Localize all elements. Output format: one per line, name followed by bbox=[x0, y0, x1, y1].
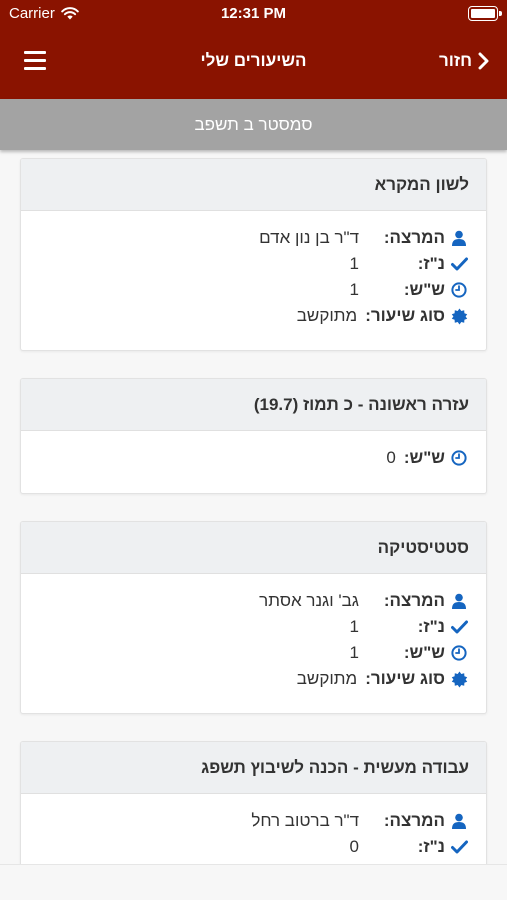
type-value: מתוקשב bbox=[296, 669, 358, 688]
credits-label: נ"ז: bbox=[417, 254, 445, 273]
type-label: סוג שיעור: bbox=[365, 306, 445, 325]
lecturer-row: המרצה: ד"ר ברטוב רחל bbox=[38, 808, 469, 834]
hours-value: 1 bbox=[349, 643, 359, 662]
course-card[interactable]: לשון המקרא המרצה: ד"ר בן נון אדם נ"ז: 1 … bbox=[20, 158, 487, 351]
user-icon bbox=[449, 593, 469, 609]
course-card[interactable]: סטטיסטיקה המרצה: גב' וגנר אסתר נ"ז: 1 ש"… bbox=[20, 521, 487, 714]
hours-row: ש"ש: 1 bbox=[38, 640, 469, 666]
battery-icon bbox=[468, 6, 502, 21]
bottom-bar bbox=[0, 864, 507, 900]
credits-value: 1 bbox=[349, 617, 359, 636]
hours-row: ש"ש: 0 bbox=[38, 445, 469, 471]
app-screen: Carrier 12:31 PM השיעורים שלי חזור סמסטר… bbox=[0, 0, 507, 900]
lecturer-value: גב' וגנר אסתר bbox=[259, 591, 359, 610]
credits-label: נ"ז: bbox=[417, 617, 445, 636]
credits-row: נ"ז: 1 bbox=[38, 251, 469, 277]
course-title: סטטיסטיקה bbox=[21, 522, 486, 574]
course-title: לשון המקרא bbox=[21, 159, 486, 211]
chevron-right-icon bbox=[478, 52, 489, 70]
page-title: השיעורים שלי bbox=[200, 51, 307, 70]
semester-bar[interactable]: סמסטר ב תשפב bbox=[0, 99, 507, 150]
hours-label: ש"ש: bbox=[403, 448, 445, 467]
lecturer-value: ד"ר בן נון אדם bbox=[259, 228, 359, 247]
lecturer-label: המרצה: bbox=[383, 591, 445, 610]
type-label: סוג שיעור: bbox=[365, 669, 445, 688]
check-icon bbox=[449, 620, 469, 634]
credits-row: נ"ז: 1 bbox=[38, 614, 469, 640]
user-icon bbox=[449, 813, 469, 829]
back-label: חזור bbox=[438, 51, 472, 70]
check-icon bbox=[449, 840, 469, 854]
credits-value: 1 bbox=[349, 254, 359, 273]
lecturer-row: המרצה: גב' וגנר אסתר bbox=[38, 588, 469, 614]
hours-value: 0 bbox=[386, 448, 396, 467]
check-icon bbox=[449, 257, 469, 271]
course-title: עבודה מעשית - הכנה לשיבוץ תשפג bbox=[21, 742, 486, 794]
lecturer-row: המרצה: ד"ר בן נון אדם bbox=[38, 225, 469, 251]
credits-label: נ"ז: bbox=[417, 837, 445, 856]
user-icon bbox=[449, 230, 469, 246]
course-title: עזרה ראשונה - כ תמוז (19.7) bbox=[21, 379, 486, 431]
type-row: סוג שיעור: מתוקשב bbox=[38, 303, 469, 329]
hours-row: ש"ש: 1 bbox=[38, 277, 469, 303]
back-button[interactable]: חזור bbox=[439, 51, 489, 71]
clock-icon bbox=[449, 282, 469, 298]
lecturer-value: ד"ר ברטוב רחל bbox=[251, 811, 359, 830]
clock: 12:31 PM bbox=[220, 5, 287, 22]
type-value: מתוקשב bbox=[296, 306, 358, 325]
badge-icon bbox=[449, 671, 469, 688]
course-card[interactable]: עזרה ראשונה - כ תמוז (19.7) ש"ש: 0 bbox=[20, 378, 487, 494]
hours-label: ש"ש: bbox=[403, 280, 445, 299]
type-row: סוג שיעור: מתוקשב bbox=[38, 666, 469, 692]
hours-label: ש"ש: bbox=[403, 643, 445, 662]
lecturer-label: המרצה: bbox=[383, 228, 445, 247]
hours-value: 1 bbox=[349, 280, 359, 299]
clock-icon bbox=[449, 645, 469, 661]
clock-icon bbox=[449, 450, 469, 466]
credits-value: 0 bbox=[349, 837, 359, 856]
nav-bar: השיעורים שלי חזור bbox=[0, 40, 507, 84]
lecturer-label: המרצה: bbox=[383, 811, 445, 830]
status-bar: Carrier 12:31 PM bbox=[0, 0, 507, 28]
top-bar: Carrier 12:31 PM השיעורים שלי חזור bbox=[0, 0, 507, 99]
badge-icon bbox=[449, 308, 469, 325]
credits-row: נ"ז: 0 bbox=[38, 834, 469, 860]
